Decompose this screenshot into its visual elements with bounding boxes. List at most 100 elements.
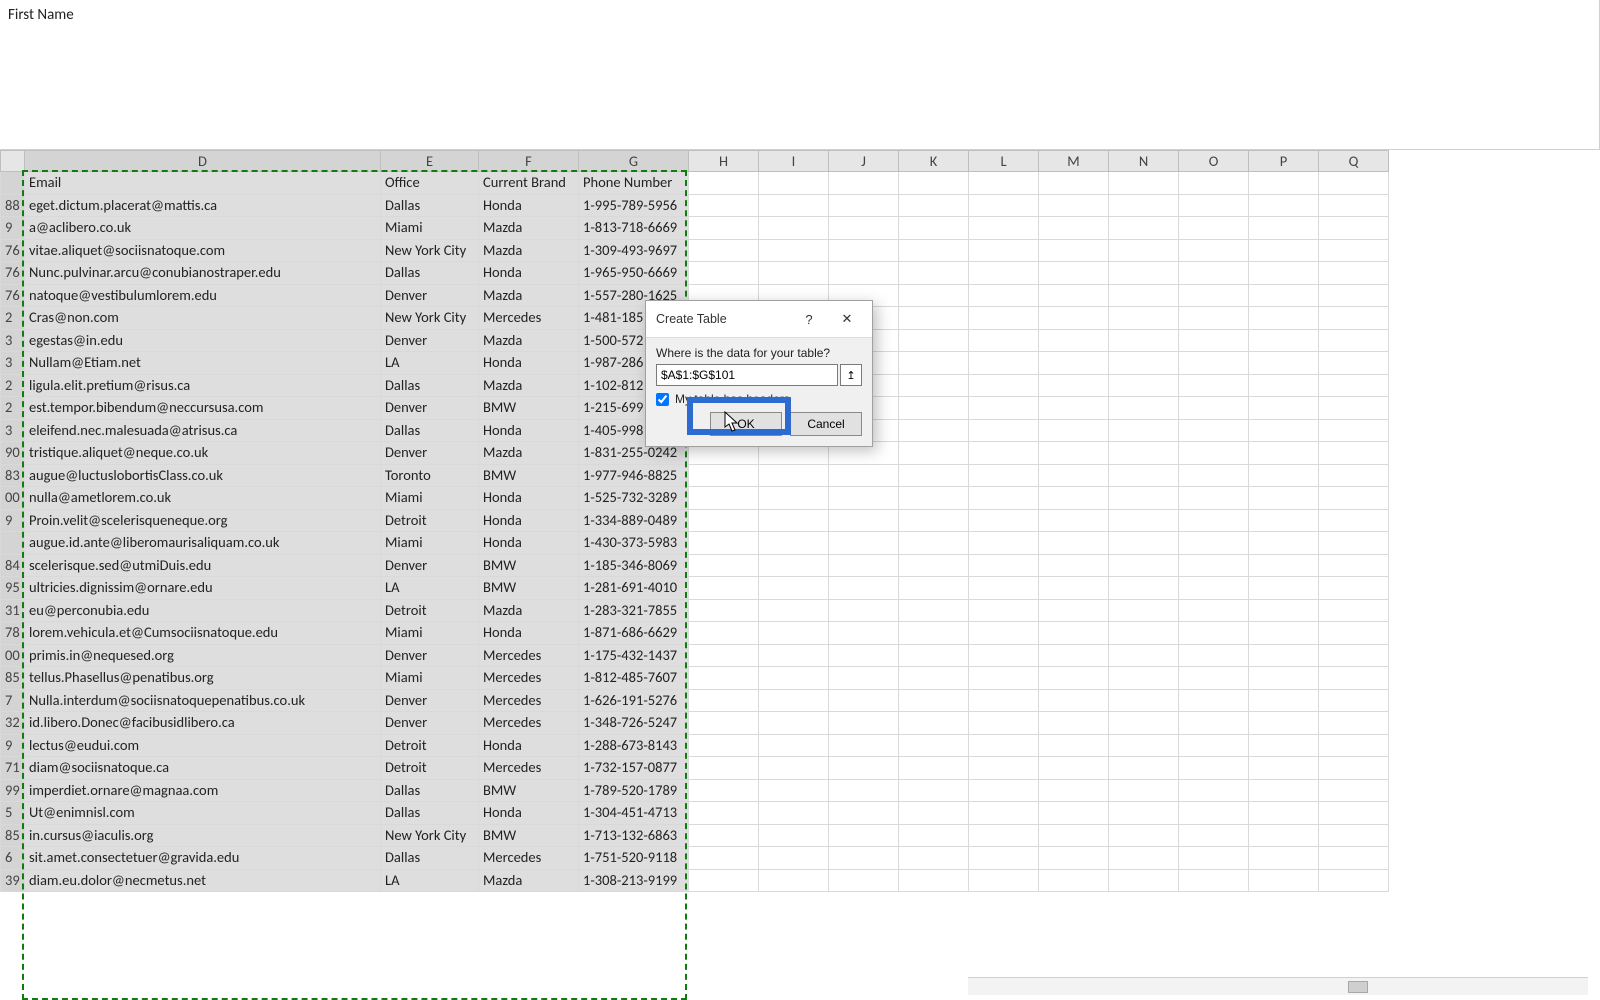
table-cell[interactable]: Honda (479, 419, 579, 442)
table-cell[interactable]: Miami (381, 217, 479, 240)
table-cell[interactable]: nulla@ametlorem.co.uk (25, 487, 381, 510)
table-cell[interactable]: tellus.Phasellus@penatibus.org (25, 667, 381, 690)
dialog-help-button[interactable]: ? (790, 307, 828, 331)
empty-cell[interactable] (689, 644, 759, 667)
empty-cell[interactable] (969, 577, 1039, 600)
empty-cell[interactable] (899, 239, 969, 262)
empty-cell[interactable] (1179, 689, 1249, 712)
empty-cell[interactable] (899, 374, 969, 397)
empty-cell[interactable] (1319, 622, 1389, 645)
empty-cell[interactable] (1249, 869, 1319, 892)
empty-cell[interactable] (1249, 307, 1319, 330)
empty-cell[interactable] (1039, 667, 1109, 690)
table-cell[interactable]: augue@luctuslobortisClass.co.uk (25, 464, 381, 487)
empty-cell[interactable] (1109, 487, 1179, 510)
empty-cell[interactable] (969, 734, 1039, 757)
empty-cell[interactable] (1179, 577, 1249, 600)
row-header[interactable]: 00 (1, 487, 25, 510)
empty-cell[interactable] (1109, 217, 1179, 240)
empty-cell[interactable] (829, 194, 899, 217)
empty-cell[interactable] (969, 712, 1039, 735)
empty-cell[interactable] (689, 689, 759, 712)
empty-cell[interactable] (829, 532, 899, 555)
table-cell[interactable]: Denver (381, 284, 479, 307)
empty-cell[interactable] (759, 802, 829, 825)
empty-cell[interactable] (689, 577, 759, 600)
empty-cell[interactable] (829, 599, 899, 622)
empty-cell[interactable] (1249, 217, 1319, 240)
table-cell[interactable]: Dallas (381, 802, 479, 825)
empty-cell[interactable] (1039, 689, 1109, 712)
empty-cell[interactable] (969, 757, 1039, 780)
empty-cell[interactable] (1249, 667, 1319, 690)
table-cell[interactable]: Mercedes (479, 689, 579, 712)
empty-cell[interactable] (1319, 284, 1389, 307)
empty-cell[interactable] (1319, 689, 1389, 712)
empty-cell[interactable] (1039, 757, 1109, 780)
empty-cell[interactable] (829, 869, 899, 892)
table-cell[interactable]: lectus@eudui.com (25, 734, 381, 757)
empty-cell[interactable] (969, 172, 1039, 195)
empty-cell[interactable] (759, 824, 829, 847)
empty-cell[interactable] (1039, 779, 1109, 802)
empty-cell[interactable] (759, 487, 829, 510)
empty-cell[interactable] (1039, 599, 1109, 622)
empty-cell[interactable] (829, 734, 899, 757)
empty-cell[interactable] (899, 689, 969, 712)
empty-cell[interactable] (1319, 802, 1389, 825)
empty-cell[interactable] (1319, 397, 1389, 420)
empty-cell[interactable] (829, 487, 899, 510)
empty-cell[interactable] (689, 554, 759, 577)
empty-cell[interactable] (829, 779, 899, 802)
empty-cell[interactable] (689, 757, 759, 780)
table-cell[interactable]: Dallas (381, 419, 479, 442)
table-cell[interactable]: 1-871-686-6629 (579, 622, 689, 645)
empty-cell[interactable] (1249, 689, 1319, 712)
empty-cell[interactable] (1179, 757, 1249, 780)
empty-cell[interactable] (899, 217, 969, 240)
table-cell[interactable]: vitae.aliquet@sociisnatoque.com (25, 239, 381, 262)
empty-cell[interactable] (899, 847, 969, 870)
empty-cell[interactable] (899, 419, 969, 442)
row-header[interactable]: 90 (1, 442, 25, 465)
empty-cell[interactable] (899, 172, 969, 195)
empty-cell[interactable] (899, 442, 969, 465)
row-header[interactable] (1, 172, 25, 195)
empty-cell[interactable] (1179, 554, 1249, 577)
table-cell[interactable]: Mercedes (479, 307, 579, 330)
empty-cell[interactable] (1039, 194, 1109, 217)
row-header[interactable]: 7 (1, 689, 25, 712)
empty-cell[interactable] (1109, 307, 1179, 330)
table-cell[interactable]: Mazda (479, 284, 579, 307)
empty-cell[interactable] (1319, 374, 1389, 397)
empty-cell[interactable] (969, 802, 1039, 825)
table-cell[interactable]: LA (381, 352, 479, 375)
table-cell[interactable]: diam.eu.dolor@necmetus.net (25, 869, 381, 892)
select-all-corner[interactable] (1, 151, 25, 172)
empty-cell[interactable] (899, 397, 969, 420)
empty-cell[interactable] (1039, 509, 1109, 532)
table-cell[interactable]: Miami (381, 487, 479, 510)
table-cell[interactable]: Honda (479, 262, 579, 285)
empty-cell[interactable] (1179, 712, 1249, 735)
empty-cell[interactable] (1179, 419, 1249, 442)
empty-cell[interactable] (689, 779, 759, 802)
column-header-J[interactable]: J (829, 151, 899, 172)
empty-cell[interactable] (899, 464, 969, 487)
empty-cell[interactable] (969, 554, 1039, 577)
table-cell[interactable]: Denver (381, 689, 479, 712)
empty-cell[interactable] (1319, 869, 1389, 892)
empty-cell[interactable] (899, 509, 969, 532)
table-cell[interactable]: 1-309-493-9697 (579, 239, 689, 262)
empty-cell[interactable] (969, 622, 1039, 645)
table-cell[interactable]: Miami (381, 532, 479, 555)
column-header-F[interactable]: F (479, 151, 579, 172)
empty-cell[interactable] (1039, 734, 1109, 757)
empty-cell[interactable] (1179, 239, 1249, 262)
table-header-cell[interactable]: Phone Number (579, 172, 689, 195)
empty-cell[interactable] (1319, 847, 1389, 870)
table-cell[interactable]: 1-525-732-3289 (579, 487, 689, 510)
empty-cell[interactable] (1109, 757, 1179, 780)
empty-cell[interactable] (1179, 734, 1249, 757)
column-header-I[interactable]: I (759, 151, 829, 172)
